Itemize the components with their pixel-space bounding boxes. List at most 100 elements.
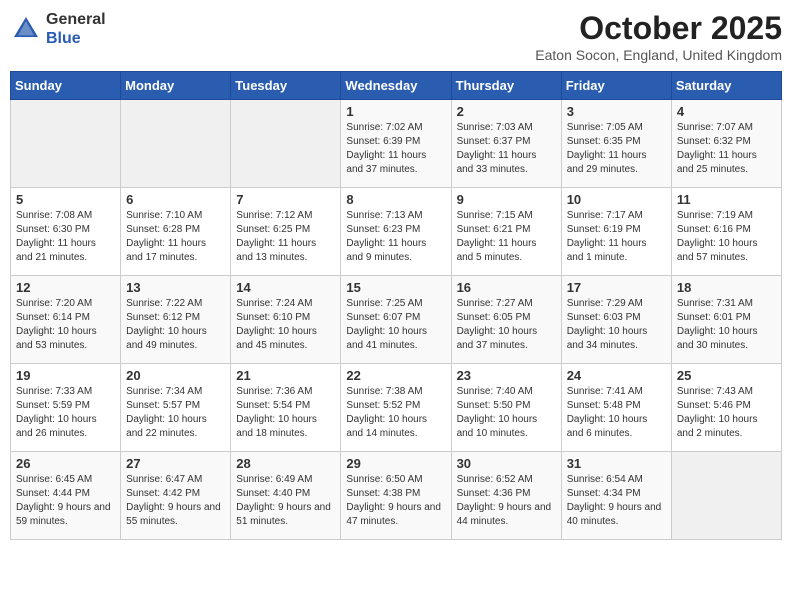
day-number: 18 xyxy=(677,280,776,295)
day-info: Sunrise: 7:40 AMSunset: 5:50 PMDaylight:… xyxy=(457,385,556,441)
calendar-week-row: 1 Sunrise: 7:02 AMSunset: 6:39 PMDayligh… xyxy=(11,100,782,188)
logo-general: General xyxy=(46,10,106,29)
day-info: Sunrise: 7:15 AMSunset: 6:21 PMDaylight:… xyxy=(457,209,556,265)
day-info: Sunrise: 7:12 AMSunset: 6:25 PMDaylight:… xyxy=(236,209,335,265)
day-number: 11 xyxy=(677,192,776,207)
calendar-cell: 12 Sunrise: 7:20 AMSunset: 6:14 PMDaylig… xyxy=(11,276,121,364)
calendar-cell: 16 Sunrise: 7:27 AMSunset: 6:05 PMDaylig… xyxy=(451,276,561,364)
day-info: Sunrise: 7:36 AMSunset: 5:54 PMDaylight:… xyxy=(236,385,335,441)
day-number: 13 xyxy=(126,280,225,295)
calendar-cell xyxy=(231,100,341,188)
day-number: 24 xyxy=(567,368,666,383)
calendar-cell xyxy=(671,452,781,540)
day-info: Sunrise: 7:34 AMSunset: 5:57 PMDaylight:… xyxy=(126,385,225,441)
day-info: Sunrise: 7:07 AMSunset: 6:32 PMDaylight:… xyxy=(677,121,776,177)
calendar-cell: 7 Sunrise: 7:12 AMSunset: 6:25 PMDayligh… xyxy=(231,188,341,276)
calendar-cell: 29 Sunrise: 6:50 AMSunset: 4:38 PMDaylig… xyxy=(341,452,451,540)
day-number: 4 xyxy=(677,104,776,119)
day-number: 9 xyxy=(457,192,556,207)
day-number: 8 xyxy=(346,192,445,207)
day-info: Sunrise: 7:02 AMSunset: 6:39 PMDaylight:… xyxy=(346,121,445,177)
weekday-header: Thursday xyxy=(451,72,561,100)
calendar-week-row: 19 Sunrise: 7:33 AMSunset: 5:59 PMDaylig… xyxy=(11,364,782,452)
logo-blue: Blue xyxy=(46,29,106,48)
calendar-cell: 19 Sunrise: 7:33 AMSunset: 5:59 PMDaylig… xyxy=(11,364,121,452)
day-number: 29 xyxy=(346,456,445,471)
day-info: Sunrise: 7:29 AMSunset: 6:03 PMDaylight:… xyxy=(567,297,666,353)
day-info: Sunrise: 7:27 AMSunset: 6:05 PMDaylight:… xyxy=(457,297,556,353)
calendar-cell: 11 Sunrise: 7:19 AMSunset: 6:16 PMDaylig… xyxy=(671,188,781,276)
calendar-cell: 23 Sunrise: 7:40 AMSunset: 5:50 PMDaylig… xyxy=(451,364,561,452)
day-info: Sunrise: 7:33 AMSunset: 5:59 PMDaylight:… xyxy=(16,385,115,441)
page-header: General Blue October 2025 Eaton Socon, E… xyxy=(10,10,782,63)
day-number: 15 xyxy=(346,280,445,295)
weekday-header: Monday xyxy=(121,72,231,100)
day-info: Sunrise: 6:52 AMSunset: 4:36 PMDaylight:… xyxy=(457,473,556,529)
day-number: 12 xyxy=(16,280,115,295)
weekday-header: Friday xyxy=(561,72,671,100)
weekday-header: Tuesday xyxy=(231,72,341,100)
calendar-cell: 31 Sunrise: 6:54 AMSunset: 4:34 PMDaylig… xyxy=(561,452,671,540)
day-info: Sunrise: 7:08 AMSunset: 6:30 PMDaylight:… xyxy=(16,209,115,265)
location: Eaton Socon, England, United Kingdom xyxy=(535,47,782,63)
calendar-cell: 30 Sunrise: 6:52 AMSunset: 4:36 PMDaylig… xyxy=(451,452,561,540)
day-number: 17 xyxy=(567,280,666,295)
day-info: Sunrise: 7:20 AMSunset: 6:14 PMDaylight:… xyxy=(16,297,115,353)
calendar-cell: 28 Sunrise: 6:49 AMSunset: 4:40 PMDaylig… xyxy=(231,452,341,540)
calendar-cell: 15 Sunrise: 7:25 AMSunset: 6:07 PMDaylig… xyxy=(341,276,451,364)
day-info: Sunrise: 7:43 AMSunset: 5:46 PMDaylight:… xyxy=(677,385,776,441)
day-info: Sunrise: 7:25 AMSunset: 6:07 PMDaylight:… xyxy=(346,297,445,353)
day-info: Sunrise: 6:47 AMSunset: 4:42 PMDaylight:… xyxy=(126,473,225,529)
calendar-cell: 25 Sunrise: 7:43 AMSunset: 5:46 PMDaylig… xyxy=(671,364,781,452)
calendar-cell: 14 Sunrise: 7:24 AMSunset: 6:10 PMDaylig… xyxy=(231,276,341,364)
day-info: Sunrise: 7:19 AMSunset: 6:16 PMDaylight:… xyxy=(677,209,776,265)
day-number: 31 xyxy=(567,456,666,471)
weekday-header: Wednesday xyxy=(341,72,451,100)
day-number: 30 xyxy=(457,456,556,471)
calendar-cell xyxy=(11,100,121,188)
day-number: 22 xyxy=(346,368,445,383)
calendar-cell: 24 Sunrise: 7:41 AMSunset: 5:48 PMDaylig… xyxy=(561,364,671,452)
day-number: 2 xyxy=(457,104,556,119)
day-number: 10 xyxy=(567,192,666,207)
calendar-cell: 10 Sunrise: 7:17 AMSunset: 6:19 PMDaylig… xyxy=(561,188,671,276)
calendar-cell: 8 Sunrise: 7:13 AMSunset: 6:23 PMDayligh… xyxy=(341,188,451,276)
calendar-cell: 9 Sunrise: 7:15 AMSunset: 6:21 PMDayligh… xyxy=(451,188,561,276)
calendar-week-row: 5 Sunrise: 7:08 AMSunset: 6:30 PMDayligh… xyxy=(11,188,782,276)
day-number: 16 xyxy=(457,280,556,295)
day-number: 1 xyxy=(346,104,445,119)
weekday-header: Sunday xyxy=(11,72,121,100)
day-info: Sunrise: 7:38 AMSunset: 5:52 PMDaylight:… xyxy=(346,385,445,441)
calendar-header-row: SundayMondayTuesdayWednesdayThursdayFrid… xyxy=(11,72,782,100)
day-number: 6 xyxy=(126,192,225,207)
day-number: 3 xyxy=(567,104,666,119)
day-info: Sunrise: 7:05 AMSunset: 6:35 PMDaylight:… xyxy=(567,121,666,177)
day-number: 26 xyxy=(16,456,115,471)
day-info: Sunrise: 7:22 AMSunset: 6:12 PMDaylight:… xyxy=(126,297,225,353)
calendar-cell: 17 Sunrise: 7:29 AMSunset: 6:03 PMDaylig… xyxy=(561,276,671,364)
calendar-cell: 18 Sunrise: 7:31 AMSunset: 6:01 PMDaylig… xyxy=(671,276,781,364)
calendar-cell: 6 Sunrise: 7:10 AMSunset: 6:28 PMDayligh… xyxy=(121,188,231,276)
day-number: 23 xyxy=(457,368,556,383)
day-number: 20 xyxy=(126,368,225,383)
day-info: Sunrise: 7:24 AMSunset: 6:10 PMDaylight:… xyxy=(236,297,335,353)
calendar-cell: 21 Sunrise: 7:36 AMSunset: 5:54 PMDaylig… xyxy=(231,364,341,452)
calendar-cell: 5 Sunrise: 7:08 AMSunset: 6:30 PMDayligh… xyxy=(11,188,121,276)
day-info: Sunrise: 7:17 AMSunset: 6:19 PMDaylight:… xyxy=(567,209,666,265)
calendar-cell: 22 Sunrise: 7:38 AMSunset: 5:52 PMDaylig… xyxy=(341,364,451,452)
calendar-cell xyxy=(121,100,231,188)
calendar-week-row: 12 Sunrise: 7:20 AMSunset: 6:14 PMDaylig… xyxy=(11,276,782,364)
logo: General Blue xyxy=(10,10,106,48)
day-number: 5 xyxy=(16,192,115,207)
month-title: October 2025 xyxy=(535,10,782,47)
logo-icon xyxy=(10,13,42,45)
day-info: Sunrise: 6:54 AMSunset: 4:34 PMDaylight:… xyxy=(567,473,666,529)
day-number: 7 xyxy=(236,192,335,207)
day-number: 28 xyxy=(236,456,335,471)
day-info: Sunrise: 7:13 AMSunset: 6:23 PMDaylight:… xyxy=(346,209,445,265)
day-info: Sunrise: 7:31 AMSunset: 6:01 PMDaylight:… xyxy=(677,297,776,353)
day-info: Sunrise: 6:50 AMSunset: 4:38 PMDaylight:… xyxy=(346,473,445,529)
calendar-cell: 3 Sunrise: 7:05 AMSunset: 6:35 PMDayligh… xyxy=(561,100,671,188)
calendar-week-row: 26 Sunrise: 6:45 AMSunset: 4:44 PMDaylig… xyxy=(11,452,782,540)
day-info: Sunrise: 7:10 AMSunset: 6:28 PMDaylight:… xyxy=(126,209,225,265)
